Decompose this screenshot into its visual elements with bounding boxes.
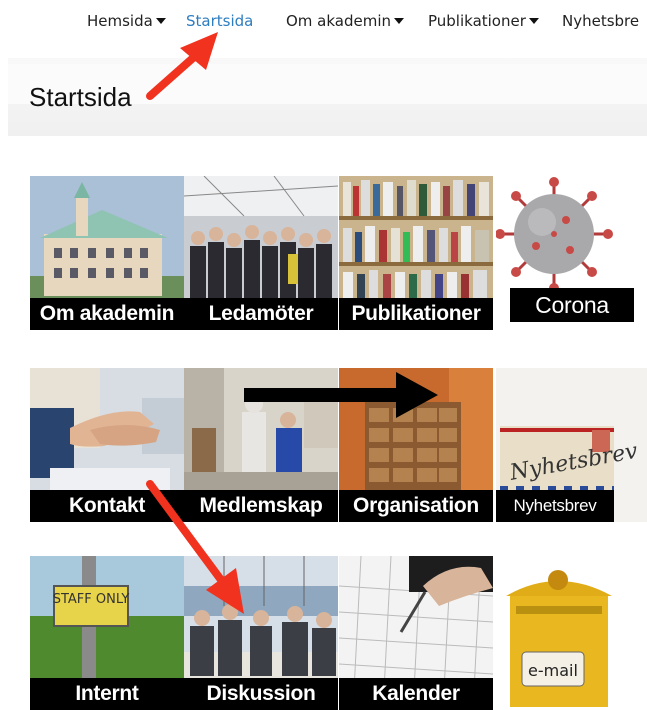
tile-label: Om akademin (30, 298, 184, 330)
nav-item-om-akademin[interactable]: Om akademin (286, 12, 405, 30)
nav-item-label: Startsida (186, 12, 254, 30)
tile-organisation[interactable]: Organisation (339, 368, 493, 522)
nav-item-label: Publikationer (428, 12, 526, 30)
tile-nyhetsbrev[interactable]: Nyhetsbrev Nyhetsbrev (496, 368, 647, 522)
tile-kalender[interactable]: Kalender (339, 556, 493, 710)
caret-down-icon (394, 18, 405, 24)
nav-item-startsida[interactable]: Startsida (186, 12, 253, 30)
nav-item-label: Om akademin (286, 12, 392, 30)
tile-label: Kontakt (30, 490, 184, 522)
tile-medlemskap[interactable]: Medlemskap (184, 368, 338, 522)
nav-item-label: Hemsida (87, 12, 153, 30)
tile-internt[interactable]: STAFF ONLY Internt (30, 556, 184, 710)
tile-label: Corona (510, 288, 634, 322)
tile-label: Internt (30, 678, 184, 710)
nav-item-nyhetsbrev[interactable]: Nyhetsbre (562, 12, 639, 30)
tile-label: Ledamöter (184, 298, 338, 330)
tile-label: Organisation (339, 490, 493, 522)
tile-email[interactable]: e-mail (496, 556, 647, 707)
tile-corona[interactable]: Corona (496, 176, 647, 330)
nav-item-label: Nyhetsbre (562, 12, 640, 30)
mailbox-image: e-mail (496, 556, 647, 707)
page-title: Startsida (29, 82, 132, 112)
tile-om-akademin[interactable]: Om akademin (30, 176, 184, 330)
caret-down-icon (528, 18, 539, 24)
tile-label: Kalender (339, 678, 493, 710)
tile-label: Nyhetsbrev (496, 490, 614, 522)
tile-label: Diskussion (184, 678, 338, 710)
top-navigation: Hemsida Startsida Om akademin Publikatio… (0, 0, 647, 44)
nav-item-publikationer[interactable]: Publikationer (428, 12, 539, 30)
nav-item-hemsida[interactable]: Hemsida (87, 12, 166, 30)
tile-diskussion[interactable]: Diskussion (184, 556, 338, 710)
tile-kontakt[interactable]: Kontakt (30, 368, 184, 522)
tile-label: Medlemskap (184, 490, 338, 522)
tile-label: Publikationer (339, 298, 493, 330)
staff-only-sign-text: STAFF ONLY (53, 592, 130, 607)
tile-publikationer[interactable]: Publikationer (339, 176, 493, 330)
email-card-text: e-mail (528, 661, 578, 680)
tile-ledamoter[interactable]: Ledamöter (184, 176, 338, 330)
caret-down-icon (155, 18, 166, 24)
